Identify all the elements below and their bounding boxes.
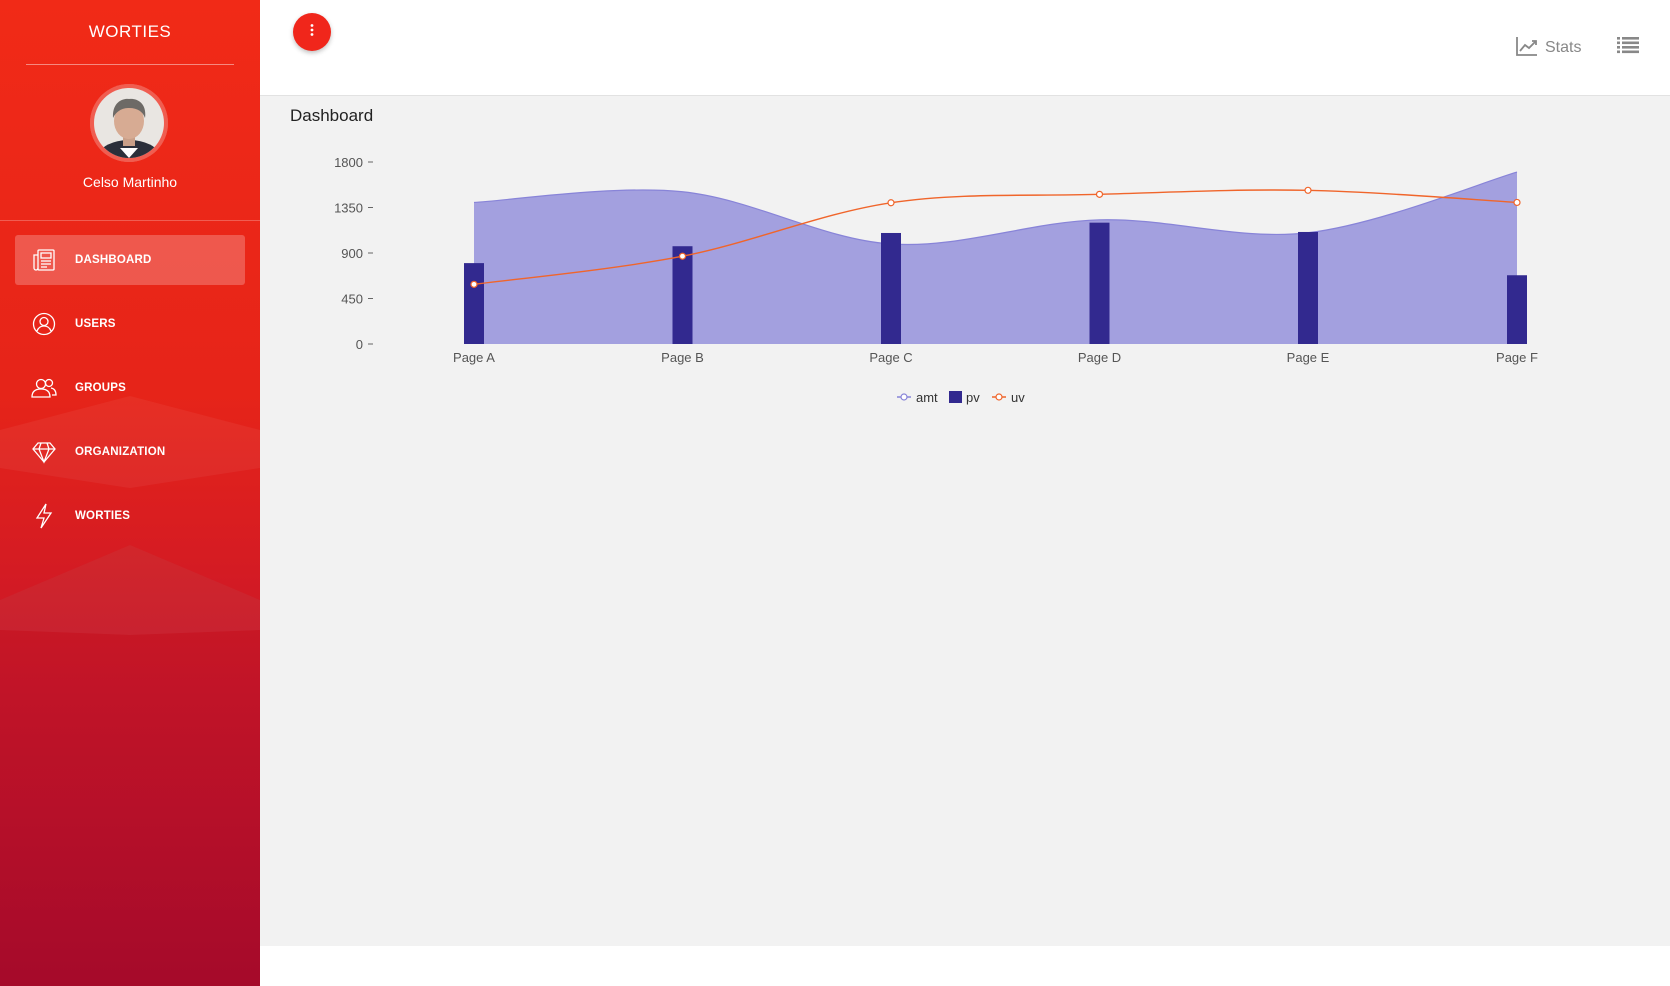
legend-label: pv (966, 390, 980, 405)
bar-pv (1089, 222, 1110, 344)
x-tick-label: Page E (1287, 350, 1330, 365)
sidebar-item-groups[interactable]: GROUPS (15, 363, 245, 413)
point-uv (678, 252, 687, 260)
legend-uv-marker (995, 393, 1003, 401)
legend-label: uv (1011, 390, 1025, 405)
x-tick-label: Page B (661, 350, 704, 365)
stats-label: Stats (1545, 39, 1582, 56)
sidebar-item-users[interactable]: USERS (15, 299, 245, 349)
sidebar-item-label: USERS (75, 318, 116, 330)
bar-pv (881, 232, 901, 344)
list-view-button[interactable] (1616, 36, 1640, 58)
point-uv (1304, 186, 1312, 194)
sidebar-item-label: ORGANIZATION (75, 446, 166, 458)
bar-pv (1298, 231, 1318, 344)
bar-pv (1507, 275, 1527, 344)
main-content: Dashboard 0 450 900 1350 1800 Page A Page B Pag… (260, 96, 1670, 946)
x-tick-label: Page A (453, 350, 495, 365)
composed-chart: 0 450 900 1350 1800 Page A Page B Page C Page D P… (334, 155, 1538, 405)
avatar-photo (90, 84, 168, 162)
stats-button[interactable]: Stats (1516, 36, 1581, 60)
y-tick-label: 1350 (334, 201, 363, 216)
sidebar-item-worties[interactable]: WORTIES (15, 491, 245, 541)
bar-pv (464, 263, 484, 344)
line-chart-icon (1516, 36, 1538, 61)
sidebar-item-label: GROUPS (75, 382, 127, 394)
y-tick-label: 450 (341, 292, 363, 307)
user-name: Celso Martinho (82, 174, 178, 190)
point-uv (1513, 198, 1521, 207)
avatar[interactable] (90, 84, 168, 162)
list-icon (1617, 36, 1639, 59)
point-uv (1095, 190, 1104, 198)
sidebar-item-label: WORTIES (75, 510, 131, 522)
point-uv (887, 199, 895, 207)
user-circle-icon (29, 309, 59, 339)
sidebar-nav: DASHBOARD USERS GROUPS ORGANIZATION WORT… (15, 235, 245, 555)
x-tick-label: Page D (1078, 350, 1121, 365)
top-bar: Stats (260, 0, 1670, 96)
users-icon (29, 373, 59, 403)
area-amt (474, 172, 1517, 344)
vertical-dots-icon (310, 23, 314, 41)
bolt-icon (29, 501, 59, 531)
bar-pv (672, 246, 693, 344)
legend-label: amt (916, 390, 938, 405)
y-tick-label: 0 (356, 337, 363, 352)
diamond-icon (29, 437, 59, 467)
legend-pv-icon (949, 391, 962, 403)
sidebar-item-label: DASHBOARD (75, 254, 152, 266)
divider (0, 220, 260, 221)
newspaper-icon (29, 245, 59, 275)
divider (26, 64, 234, 65)
sidebar: WORTIES Celso Martinho DASHBOARD USERS G… (0, 0, 260, 986)
x-tick-label: Page C (869, 350, 912, 365)
sidebar-item-organization[interactable]: ORGANIZATION (15, 427, 245, 477)
legend-amt-marker (900, 393, 908, 401)
sidebar-item-dashboard[interactable]: DASHBOARD (15, 235, 245, 285)
brand-title: WORTIES (88, 22, 172, 41)
y-tick-label: 900 (341, 246, 363, 261)
footer-strip (260, 946, 1670, 986)
more-menu-button[interactable] (293, 13, 331, 51)
point-uv (470, 280, 478, 288)
y-tick-label: 1800 (334, 155, 363, 170)
x-tick-label: Page F (1496, 350, 1538, 365)
